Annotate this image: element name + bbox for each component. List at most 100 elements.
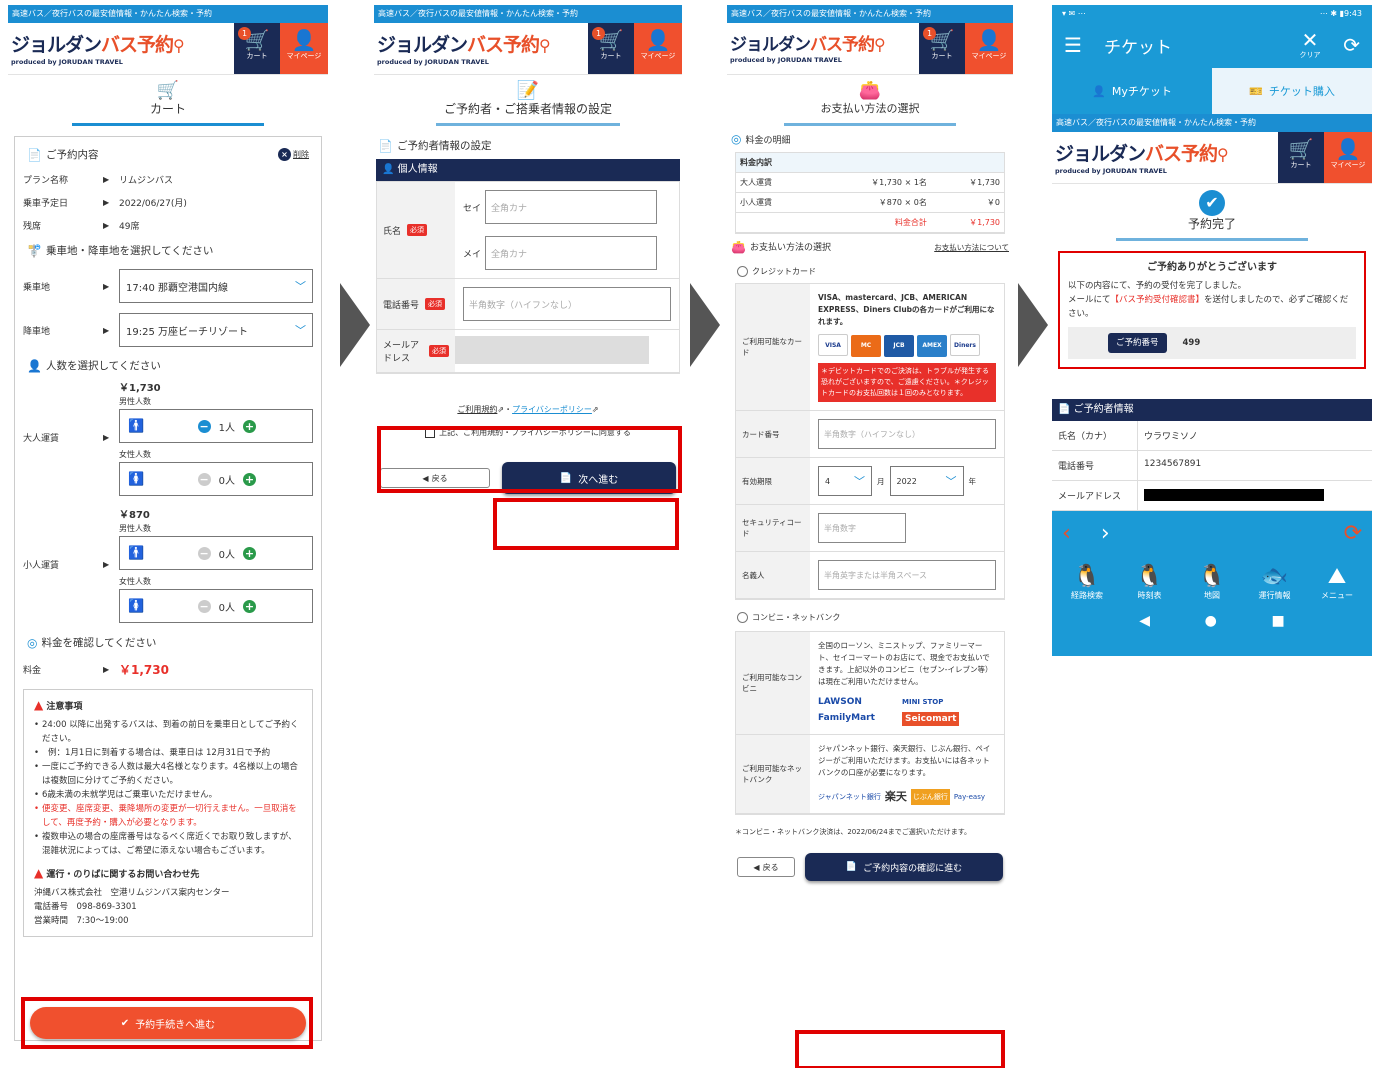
tab-buy-label: チケット購入 [1268, 85, 1335, 98]
mail-row: メールアドレス 必須 [377, 330, 679, 373]
fare-title: ◎ 料金を確認してください [23, 629, 313, 656]
notice-item: 便変更、座席変更、乗降場所の変更が一切行えません。一旦取消をして、再度予約・購入… [34, 802, 302, 830]
notice-item: 6歳未満の未就学児はご乗車いただけません。 [34, 788, 302, 802]
ticket-icon: 🎫 [1249, 84, 1263, 98]
expiry-month-select[interactable]: 4 ﹀ [818, 466, 872, 496]
plus-button[interactable]: + [243, 472, 256, 486]
info-label: 氏名（カナ） [1052, 421, 1138, 450]
hamburger-icon[interactable]: ☰ [1064, 33, 1104, 57]
cvc-row: セキュリティコード 半角数字 [736, 505, 1004, 552]
cart-screen: 高速バス／夜行バスの最安値情報・かんたん検索・予約 ジョルダンバス予約⚲ pro… [8, 5, 328, 1060]
cart-badge: 1 [592, 27, 605, 40]
contact-company: 沖縄バス株式会社 空港リムジンバス案内センター [34, 888, 230, 898]
holder-input[interactable]: 半角英字または半角スペース [818, 560, 996, 590]
method-link[interactable]: お支払い方法について [934, 242, 1009, 253]
plus-button[interactable]: + [243, 599, 256, 613]
plus-button[interactable]: + [243, 419, 256, 433]
nav-route[interactable]: 🐧 経路検索 [1062, 564, 1112, 601]
site-logo[interactable]: ジョルダンバス予約⚲ produced by JORUDAN TRAVEL [8, 23, 234, 74]
alight-label: 降車地 [23, 326, 51, 337]
tab-my-ticket[interactable]: 👤 Myチケット [1052, 68, 1212, 114]
mypage-button[interactable]: 👤 マイページ [280, 23, 328, 74]
minus-button[interactable]: − [197, 599, 211, 613]
lawson-logo: LAWSON [818, 697, 862, 707]
clear-button[interactable]: ✕ クリア [1290, 30, 1330, 60]
expiry-year-select[interactable]: 2022 ﹀ [889, 466, 964, 496]
amex-logo: AMEX [917, 335, 947, 357]
delete-label: 削除 [293, 150, 309, 159]
nav-timetable[interactable]: 🐧 時刻表 [1125, 564, 1175, 601]
logo-sub: produced by JORUDAN TRAVEL [11, 58, 123, 66]
cart-button[interactable]: 🛒 カート [1278, 132, 1324, 183]
logo-text-1: ジョルダン [1055, 143, 1146, 165]
conv-radio[interactable] [737, 612, 748, 623]
android-back-icon[interactable]: ◀ [1139, 613, 1150, 629]
site-logo[interactable]: ジョルダンバス予約⚲ produced by JORUDAN TRAVEL [374, 23, 588, 74]
site-logo[interactable]: ジョルダンバス予約⚲ produced by JORUDAN TRAVEL [1052, 132, 1278, 183]
notice-item: 一度にご予約できる人数は最大4名様となります。4名様以上の場合は複数回に分けてご… [34, 760, 302, 788]
rakuten-logo: 楽天 [884, 790, 907, 803]
logo-sub: produced by JORUDAN TRAVEL [730, 56, 842, 64]
nav-map[interactable]: 🐧 地図 [1187, 564, 1237, 601]
confirm-button[interactable]: 📄 ご予約内容の確認に進む [805, 853, 1003, 881]
credit-radio[interactable] [737, 266, 748, 277]
triangle-icon: ▶ [103, 665, 110, 674]
info-bar-text: ご予約者情報 [1073, 404, 1134, 415]
cart-button[interactable]: 1 🛒 カート [919, 23, 965, 74]
personal-form: 👤 個人情報 氏名 必須 セイ 全角カナ メイ 全角カナ 電話番号 必須 半角数字（ハイ… [376, 159, 680, 374]
expiry-year: 2022 [896, 476, 917, 486]
info-label: メールアドレス [1052, 481, 1138, 510]
terms-link[interactable]: ご利用規約 [457, 405, 497, 414]
nav-label: 経路検索 [1071, 591, 1103, 600]
expiry-month: 4 [825, 476, 831, 486]
minus-button[interactable]: − [197, 546, 211, 560]
personal-bar-text: 個人情報 [397, 164, 438, 175]
resv-no: 499 [1182, 338, 1201, 348]
site-logo[interactable]: ジョルダンバス予約⚲ produced by JORUDAN TRAVEL [727, 23, 919, 74]
cvc-input[interactable]: 半角数字 [818, 513, 906, 543]
reservation-number: ご予約番号 499 [1068, 327, 1356, 359]
mail-input-redacted[interactable] [455, 336, 649, 364]
logo-text-2: バス予約 [467, 34, 540, 56]
tel-label: 電話番号 [383, 300, 420, 311]
tel-input[interactable]: 半角数字（ハイフンなし） [463, 287, 671, 321]
bank-desc: ジャパンネット銀行、楽天銀行、じぶん銀行、ペイジーがご利用いただけます。お支払い… [818, 744, 991, 777]
alight-select[interactable]: 19:25 万座ビーチリゾート ﹀ [119, 313, 313, 347]
mypage-button[interactable]: 👤 マイページ [634, 23, 682, 74]
forward-chevron-icon[interactable]: › [1101, 521, 1110, 546]
people-title-text: 人数を選択してください [45, 360, 161, 372]
mei-input[interactable]: 全角カナ [485, 236, 657, 270]
privacy-link[interactable]: プライバシーポリシー [512, 405, 592, 414]
card-no-input[interactable]: 半角数字（ハイフンなし） [818, 419, 996, 449]
android-home-icon[interactable]: ● [1205, 613, 1217, 629]
sei-input[interactable]: 全角カナ [485, 190, 657, 224]
minus-button[interactable]: − [197, 419, 211, 433]
back-button[interactable]: ◀ 戻る [737, 857, 795, 877]
nav-status[interactable]: 🐟 運行情報 [1250, 564, 1300, 601]
info-row: プラン名称 ▶ リムジンバス [23, 168, 313, 191]
tab-buy-ticket[interactable]: 🎫 チケット購入 [1212, 68, 1372, 114]
person-icon: 👤 [27, 358, 42, 373]
android-recent-icon[interactable]: ■ [1271, 613, 1284, 629]
delete-button[interactable]: × 削除 [278, 148, 309, 161]
board-select[interactable]: 17:40 那覇空港国内線 ﹀ [119, 269, 313, 303]
refresh-icon[interactable]: ⟳ [1330, 33, 1360, 57]
plus-button[interactable]: + [243, 546, 256, 560]
board-label: 乗車地 [23, 282, 51, 293]
female-icon: 🚺 [128, 598, 145, 614]
minus-button[interactable]: − [197, 472, 211, 486]
document-icon: 📄 [378, 138, 393, 153]
browser-controls: ‹ › ⟳ [1062, 521, 1362, 546]
contact-hours: 営業時間 7:30〜19:00 [34, 916, 129, 926]
mypage-label: マイページ [1330, 161, 1366, 169]
mypage-button[interactable]: 👤 マイページ [1324, 132, 1372, 183]
logo-text-2: バス予約 [101, 34, 174, 56]
back-chevron-icon[interactable]: ‹ [1062, 521, 1071, 546]
reload-icon[interactable]: ⟳ [1344, 521, 1362, 546]
count-value: 0人 [218, 602, 235, 614]
fee-title-text: 料金の明細 [745, 135, 791, 146]
cart-button[interactable]: 1 🛒 カート [234, 23, 280, 74]
mypage-button[interactable]: 👤 マイページ [965, 23, 1013, 74]
nav-menu[interactable]: ⛰ メニュー [1312, 564, 1362, 601]
cart-button[interactable]: 1 🛒 カート [588, 23, 634, 74]
